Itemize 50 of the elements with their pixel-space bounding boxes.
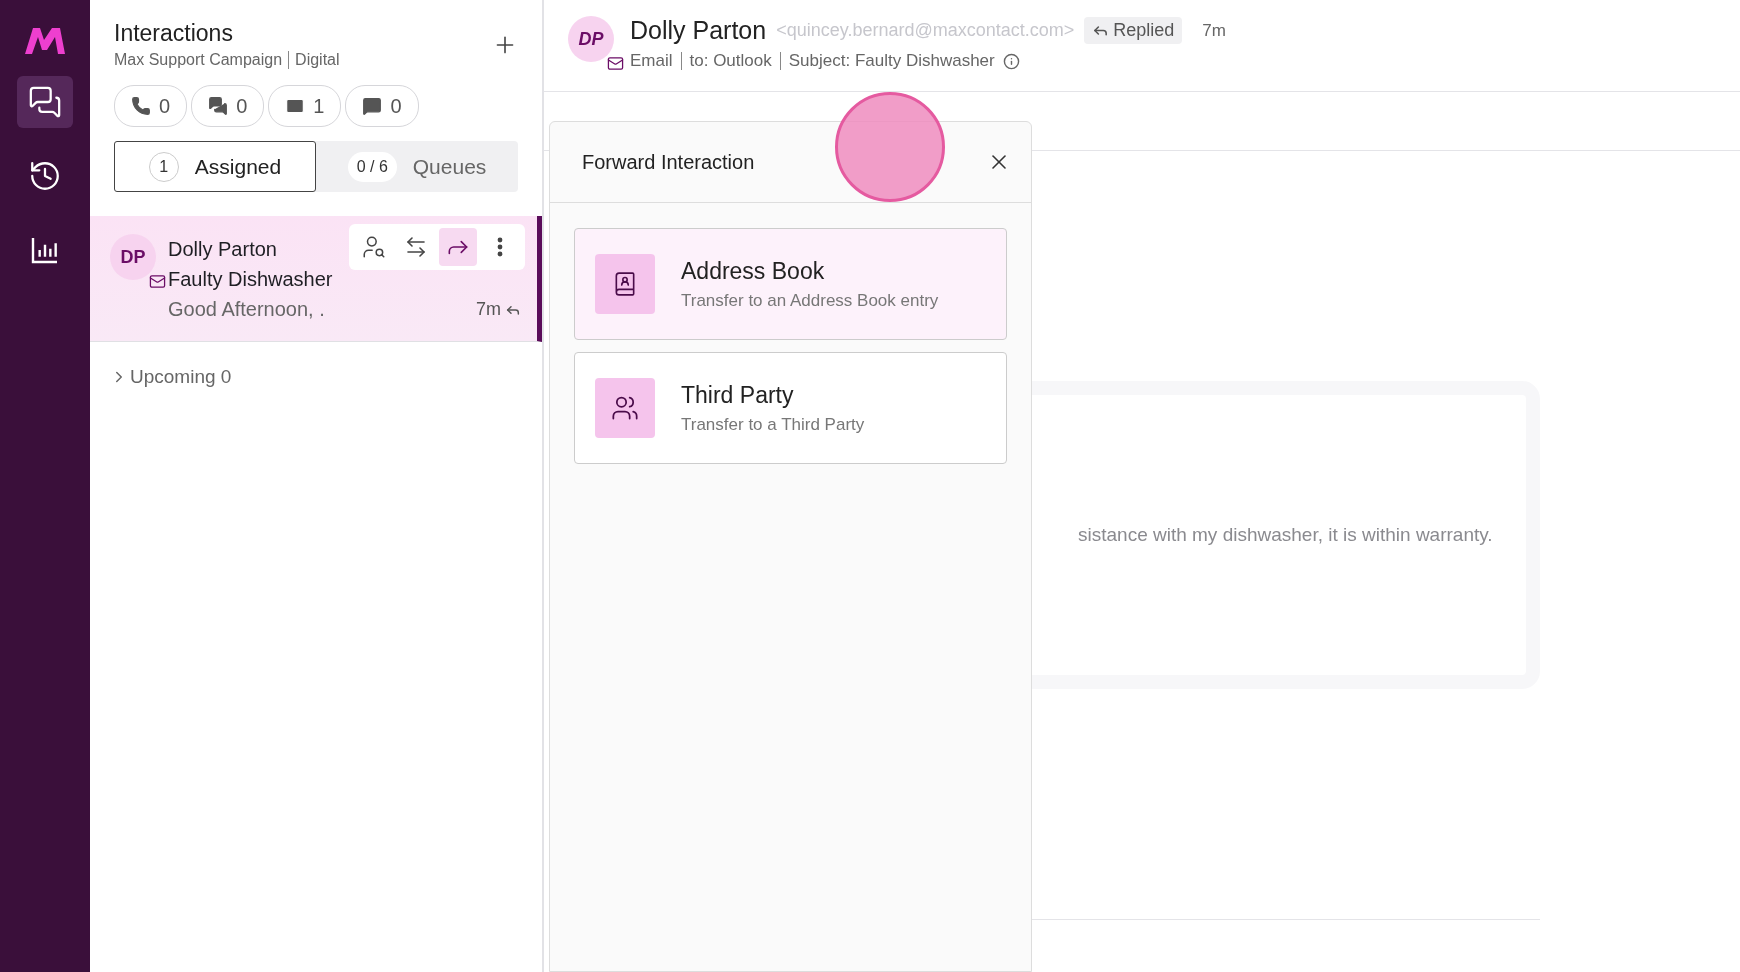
phone-icon (131, 96, 151, 116)
channel-text: Email (630, 51, 673, 71)
people-icon (611, 394, 639, 422)
counter-pill[interactable]: 1 (268, 85, 342, 127)
contact-name: Dolly Parton (630, 16, 767, 45)
status-text: Replied (1113, 20, 1175, 41)
option-description: Transfer to an Address Book entry (681, 290, 939, 311)
campaign-name: Max Support Campaign (114, 51, 283, 69)
message-icon (362, 96, 383, 116)
interaction-item[interactable]: DP Dolly Parton Faulty Dishwasher Good Afternoon, . 7m (90, 216, 542, 342)
counter-pill[interactable]: 0 (345, 85, 419, 127)
info-icon[interactable] (1002, 52, 1020, 70)
time-text: 7m (476, 299, 501, 320)
option-description: Transfer to a Third Party (681, 414, 865, 435)
tab-label: Assigned (194, 154, 282, 179)
more-icon (497, 237, 503, 257)
mail-icon (607, 55, 624, 72)
chat-icon (208, 96, 229, 116)
user-search-icon (361, 234, 387, 260)
preview-text: Good Afternoon, . (168, 298, 325, 321)
email-address: <quincey.bernard@maxcontact.com> (776, 20, 1075, 41)
channel-name: Digital (295, 51, 340, 69)
mail-icon (149, 273, 166, 290)
time-text: 7m (1202, 20, 1226, 41)
count-badge: 1 (148, 151, 179, 182)
option-title: Address Book (681, 257, 826, 285)
recipient-text: to: Outlook (689, 51, 772, 71)
forward-option[interactable]: Third Party Transfer to a Third Party (574, 352, 1007, 464)
logo-icon (25, 28, 65, 54)
option-title: Third Party (681, 381, 795, 409)
counter-pill[interactable]: 0 (114, 85, 188, 127)
nav-button[interactable] (17, 76, 73, 128)
history-icon (28, 159, 62, 193)
chats-icon (28, 85, 62, 119)
message-text: sistance with my dishwasher, it is within warranty. (1078, 524, 1493, 546)
forward-button[interactable] (439, 228, 477, 266)
panel-title: Interactions (114, 20, 234, 47)
tab-label: Queues (412, 154, 487, 179)
queue-tab[interactable]: 1 Assigned (114, 141, 316, 192)
subject-text: Faulty Dishwasher (168, 268, 333, 290)
forward-option[interactable]: Address Book Transfer to an Address Book entry (574, 228, 1007, 340)
dialog-title: Forward Interaction (582, 150, 755, 174)
upcoming-toggle[interactable]: Upcoming 0 (90, 342, 542, 412)
upcoming-label: Upcoming 0 (130, 366, 232, 388)
swap-arrows-icon (404, 235, 428, 259)
counter-pill[interactable]: 0 (191, 85, 265, 127)
contact-name: Dolly Parton (168, 238, 277, 260)
queue-tab[interactable]: 0 / 6 Queues (316, 141, 518, 192)
count-badge: 0 / 6 (347, 151, 397, 182)
subject-text: Subject: Faulty Dishwasher (788, 51, 995, 71)
